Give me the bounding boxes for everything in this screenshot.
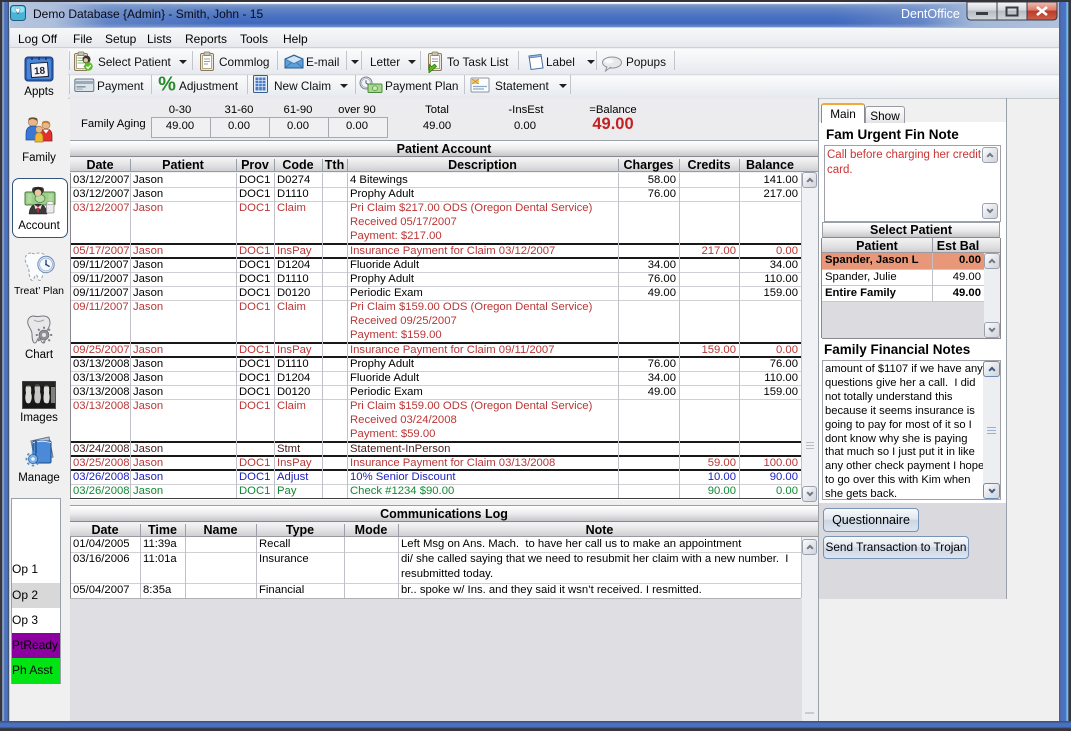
svg-text:18: 18 [34, 66, 46, 78]
svg-text:%: % [158, 74, 176, 94]
